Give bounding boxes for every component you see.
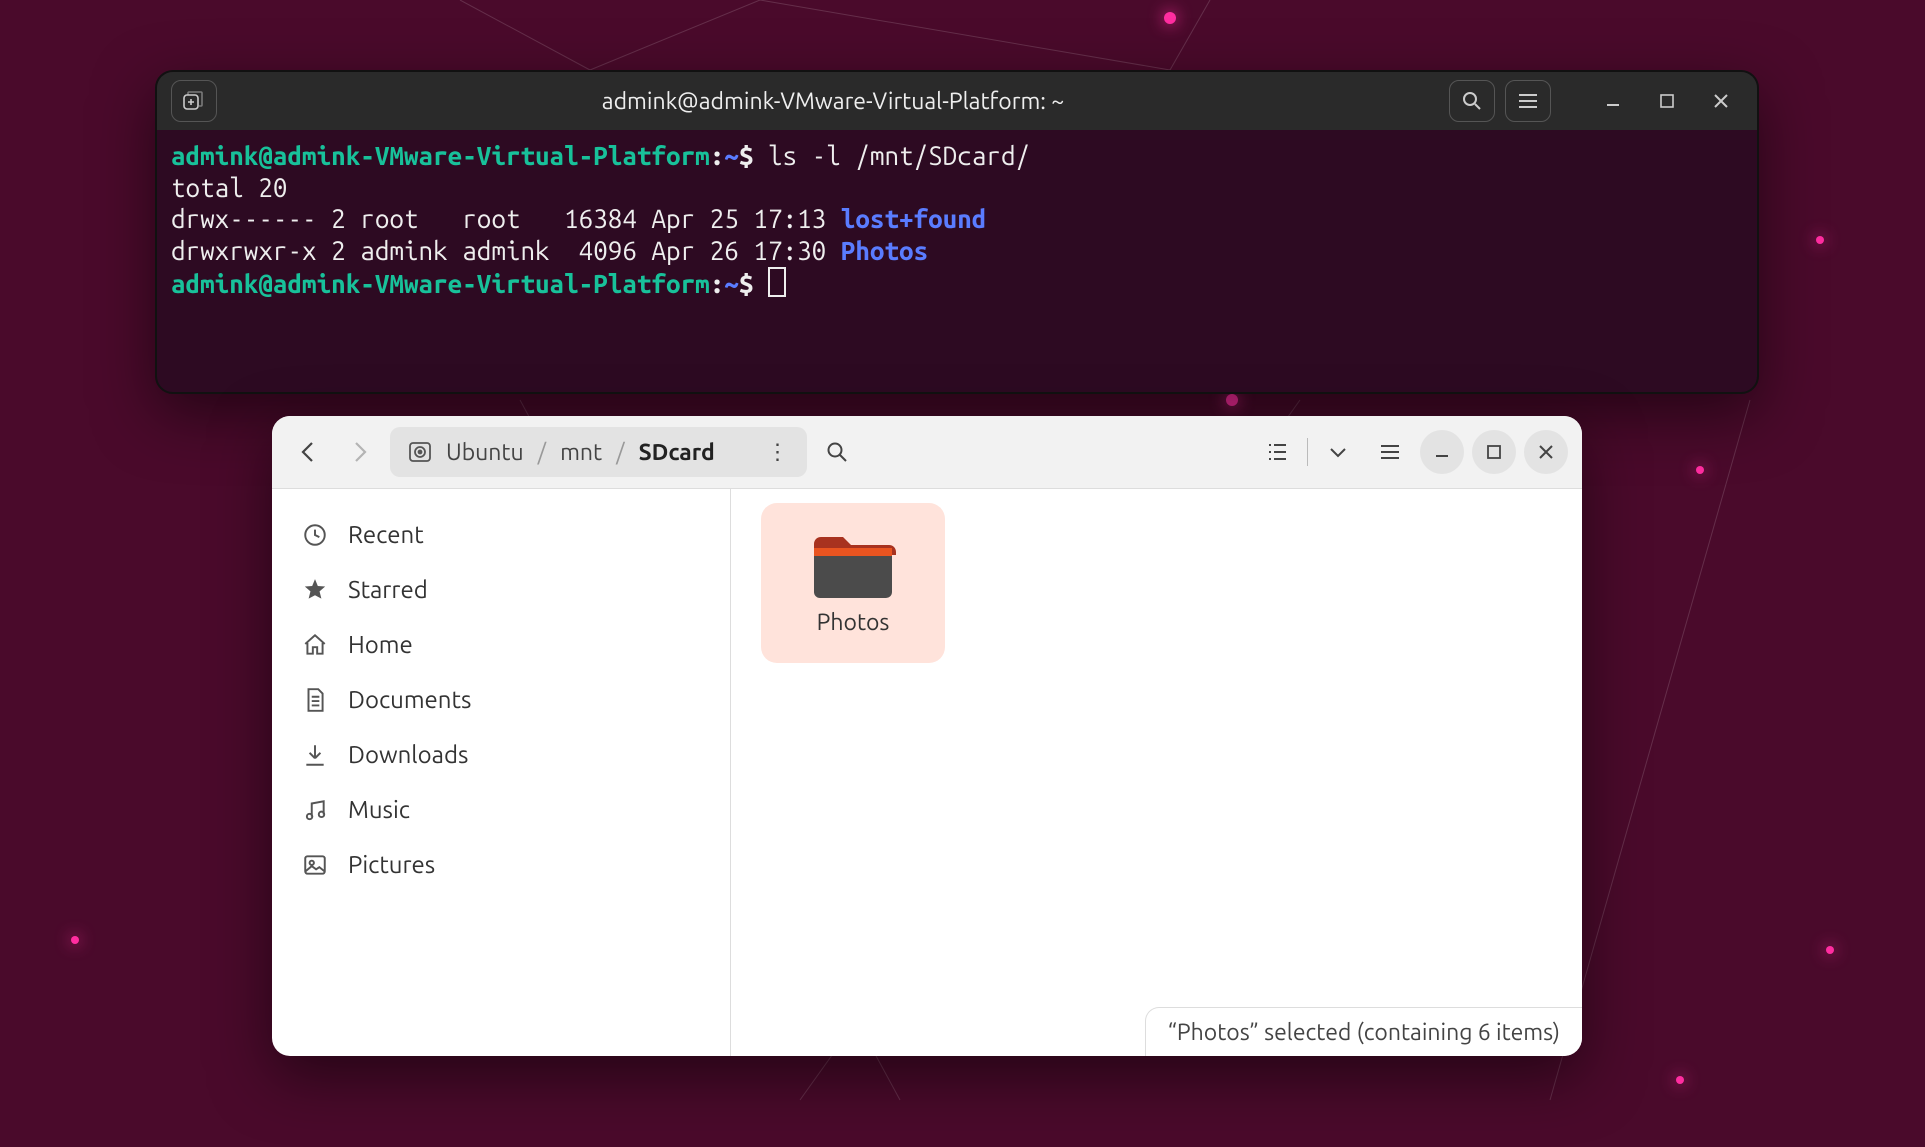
- list-view-button[interactable]: [1255, 430, 1299, 474]
- files-window: Ubuntu/ mnt/ SDcard ⋮ Recent Starred Hom…: [272, 416, 1582, 1056]
- maximize-button[interactable]: [1645, 81, 1689, 121]
- status-bar: “Photos” selected (containing 6 items): [1145, 1007, 1582, 1056]
- back-button[interactable]: [286, 430, 330, 474]
- folder-photos[interactable]: Photos: [761, 503, 945, 663]
- terminal-title: admink@admink-VMware-Virtual-Platform: ~: [227, 89, 1439, 114]
- minimize-button[interactable]: [1591, 81, 1635, 121]
- new-tab-button[interactable]: [171, 80, 217, 122]
- view-options-button[interactable]: [1316, 430, 1360, 474]
- files-view[interactable]: Photos “Photos” selected (containing 6 i…: [731, 489, 1582, 1056]
- close-button[interactable]: [1699, 81, 1743, 121]
- dir-photos: Photos: [841, 236, 928, 265]
- folder-label: Photos: [817, 610, 890, 635]
- sidebar-item-documents[interactable]: Documents: [272, 672, 730, 727]
- sidebar-item-recent[interactable]: Recent: [272, 507, 730, 562]
- breadcrumb-seg-current[interactable]: SDcard: [639, 440, 715, 465]
- terminal-window: admink@admink-VMware-Virtual-Platform: ~…: [155, 70, 1759, 394]
- hamburger-menu-button[interactable]: [1368, 430, 1412, 474]
- breadcrumb[interactable]: Ubuntu/ mnt/ SDcard ⋮: [390, 427, 807, 477]
- breadcrumb-seg-1[interactable]: mnt: [560, 440, 602, 465]
- search-button[interactable]: [1449, 80, 1495, 122]
- files-headerbar: Ubuntu/ mnt/ SDcard ⋮: [272, 416, 1582, 489]
- minimize-button[interactable]: [1420, 430, 1464, 474]
- terminal-output[interactable]: admink@admink-VMware-Virtual-Platform:~$…: [157, 130, 1757, 310]
- path-menu-button[interactable]: ⋮: [767, 439, 789, 465]
- sidebar-item-music[interactable]: Music: [272, 782, 730, 837]
- command: ls -l /mnt/SDcard/: [768, 141, 1030, 170]
- close-button[interactable]: [1524, 430, 1568, 474]
- dir-lostfound: lost+found: [841, 204, 987, 233]
- hamburger-menu-button[interactable]: [1505, 80, 1551, 122]
- sidebar-item-starred[interactable]: Starred: [272, 562, 730, 617]
- terminal-headerbar: admink@admink-VMware-Virtual-Platform: ~: [157, 72, 1757, 130]
- maximize-button[interactable]: [1472, 430, 1516, 474]
- sidebar-item-pictures[interactable]: Pictures: [272, 837, 730, 892]
- sidebar-item-home[interactable]: Home: [272, 617, 730, 672]
- sidebar-item-downloads[interactable]: Downloads: [272, 727, 730, 782]
- cursor: [768, 267, 786, 297]
- prompt-path: ~: [724, 141, 739, 170]
- disk-icon: [408, 440, 432, 464]
- search-button[interactable]: [815, 430, 859, 474]
- prompt-user: admink@admink-VMware-Virtual-Platform: [171, 141, 710, 170]
- forward-button[interactable]: [338, 430, 382, 474]
- sidebar: Recent Starred Home Documents Downloads …: [272, 489, 731, 1056]
- folder-icon: [810, 532, 896, 602]
- breadcrumb-seg-0[interactable]: Ubuntu: [446, 440, 524, 465]
